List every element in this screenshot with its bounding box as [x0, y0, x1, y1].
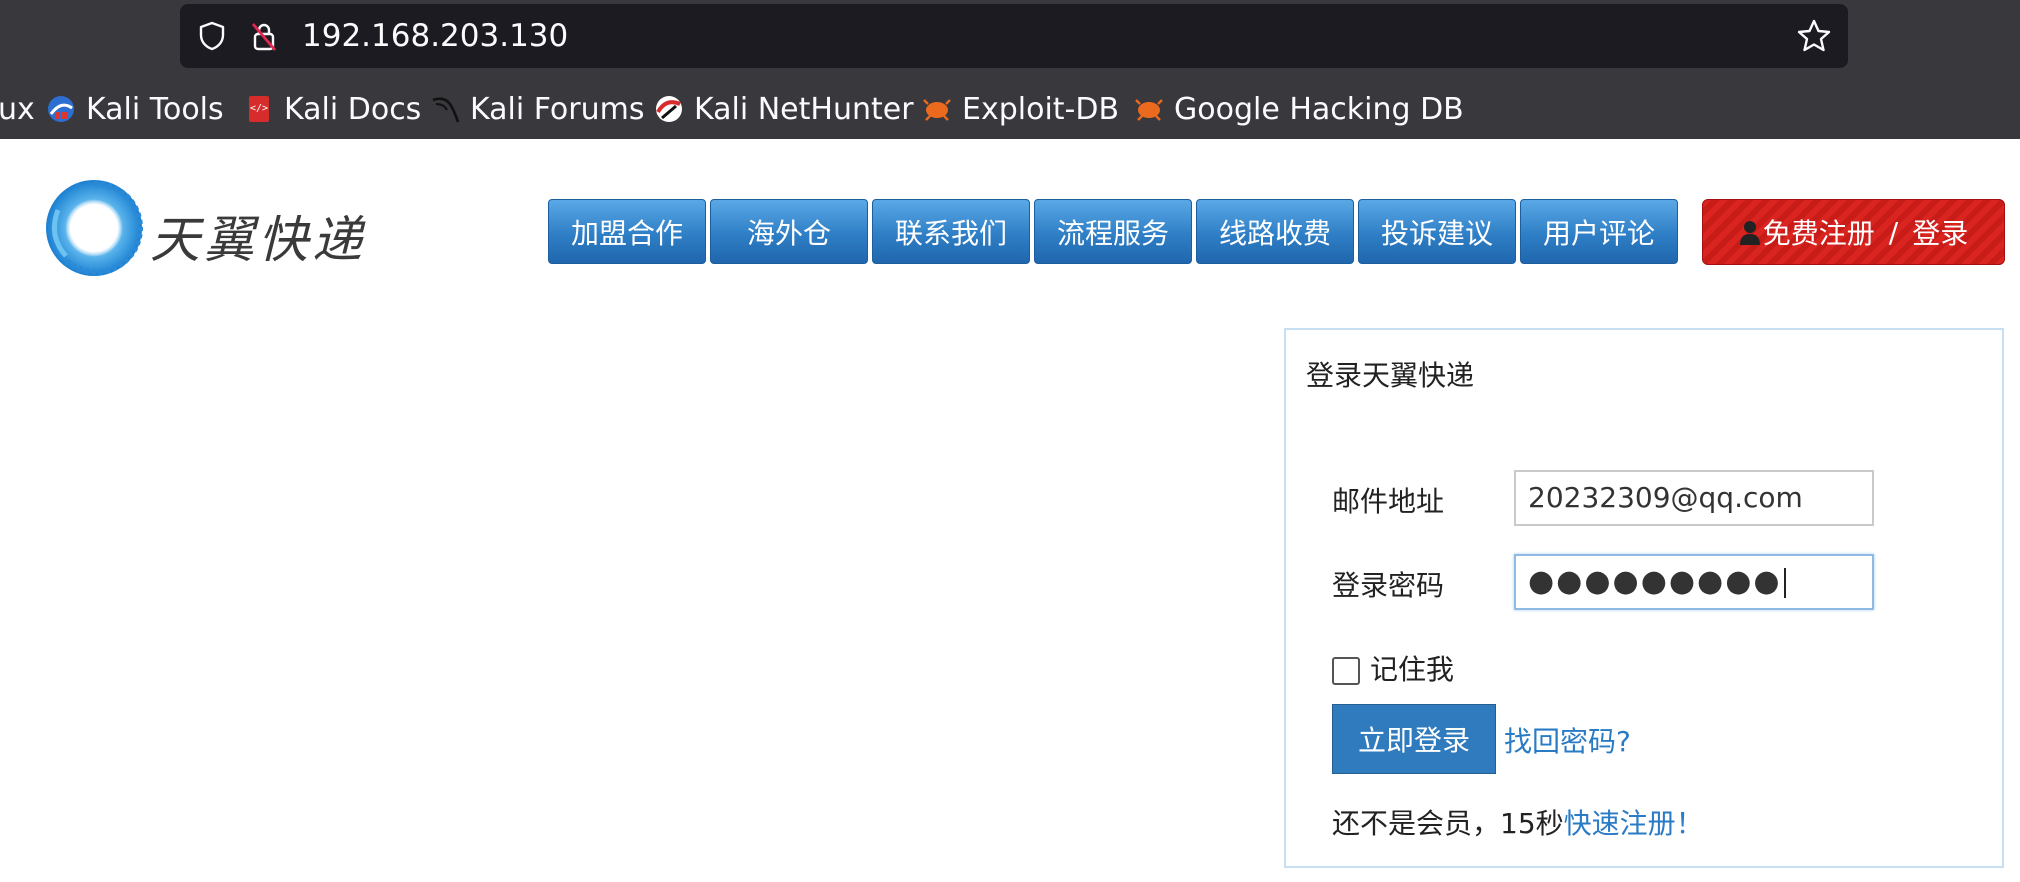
email-label: 邮件地址	[1332, 485, 1445, 518]
bookmark-star-icon[interactable]	[1796, 18, 1832, 54]
bookmark-label: Kali Docs	[284, 91, 422, 127]
nav-route-fees[interactable]: 线路收费	[1196, 199, 1354, 264]
login-panel: 登录天翼快递 邮件地址 20232309@qq.com 登录密码 ●●●●●●●…	[1284, 328, 2004, 868]
login-title: 登录天翼快递	[1306, 359, 1475, 392]
email-field[interactable]: 20232309@qq.com	[1514, 470, 1874, 526]
bookmark-label: Exploit-DB	[962, 91, 1120, 127]
password-label: 登录密码	[1332, 569, 1445, 602]
text-caret	[1783, 568, 1786, 598]
nav-overseas-warehouse[interactable]: 海外仓	[710, 199, 868, 264]
remember-me-checkbox[interactable]	[1332, 657, 1360, 685]
email-value: 20232309@qq.com	[1528, 481, 1803, 514]
remember-me-label[interactable]: 记住我	[1370, 648, 1454, 688]
register-login-button[interactable]: 免费注册 / 登录	[1702, 199, 2005, 265]
password-field[interactable]: ●●●●●●●●●	[1514, 554, 1874, 610]
bookmark-label: Kali NetHunter	[694, 91, 914, 127]
url-text[interactable]: 192.168.203.130	[302, 16, 568, 56]
signup-prompt: 还不是会员，15秒快速注册！	[1332, 802, 1704, 842]
remember-me-row: 记住我	[1332, 648, 1454, 688]
nav-complaints[interactable]: 投诉建议	[1358, 199, 1516, 264]
bookmark-kali-forums[interactable]: Kali Forums	[430, 84, 644, 134]
bookmark-ghdb[interactable]: Google Hacking DB	[1134, 84, 1464, 134]
user-icon	[1739, 221, 1760, 245]
forgot-password-link[interactable]: 找回密码?	[1504, 720, 1631, 760]
bookmark-label: Google Hacking DB	[1174, 91, 1464, 127]
register-login-separator: /	[1888, 215, 1899, 249]
kali-nethunter-icon	[656, 96, 682, 122]
nav-process-service[interactable]: 流程服务	[1034, 199, 1192, 264]
signup-prefix-text: 还不是会员，15秒	[1332, 807, 1564, 840]
bookmark-kali-tools[interactable]: Kali Tools	[46, 84, 224, 134]
nav-user-reviews[interactable]: 用户评论	[1520, 199, 1678, 264]
nav-join[interactable]: 加盟合作	[548, 199, 706, 264]
password-masked-value: ●●●●●●●●●	[1528, 564, 1782, 599]
exploit-db-icon	[923, 99, 951, 121]
login-submit-button[interactable]: 立即登录	[1332, 704, 1496, 774]
bookmark-exploit-db[interactable]: Exploit-DB	[922, 84, 1119, 134]
main-nav: 加盟合作 海外仓 联系我们 流程服务 线路收费 投诉建议 用户评论	[548, 199, 1682, 264]
quick-register-link[interactable]: 快速注册！	[1564, 807, 1704, 840]
bookmark-label: Kali Forums	[470, 91, 645, 127]
login-link[interactable]: 登录	[1912, 212, 1968, 252]
bookmark-label: ux	[0, 91, 35, 127]
shield-icon[interactable]	[196, 20, 228, 52]
nav-contact-us[interactable]: 联系我们	[872, 199, 1030, 264]
bookmark-label: Kali Tools	[86, 91, 224, 127]
kali-docs-icon: </>	[249, 96, 269, 122]
bookmark-kali-linux[interactable]: ux	[0, 84, 35, 134]
ghdb-icon	[1135, 99, 1163, 121]
address-bar[interactable]: 192.168.203.130	[180, 4, 1848, 68]
kali-dragon-icon	[432, 97, 460, 123]
browser-chrome: 192.168.203.130 ux Kali Tools </> Kali D…	[0, 0, 2020, 139]
insecure-lock-icon[interactable]	[248, 20, 280, 52]
register-link[interactable]: 免费注册	[1763, 212, 1875, 252]
svg-text:</>: </>	[250, 103, 268, 114]
logo-text: 天翼快递	[150, 211, 366, 269]
bookmark-kali-docs[interactable]: </> Kali Docs	[244, 84, 421, 134]
kali-tools-icon	[48, 96, 74, 122]
bookmark-kali-nethunter[interactable]: Kali NetHunter	[654, 84, 914, 134]
